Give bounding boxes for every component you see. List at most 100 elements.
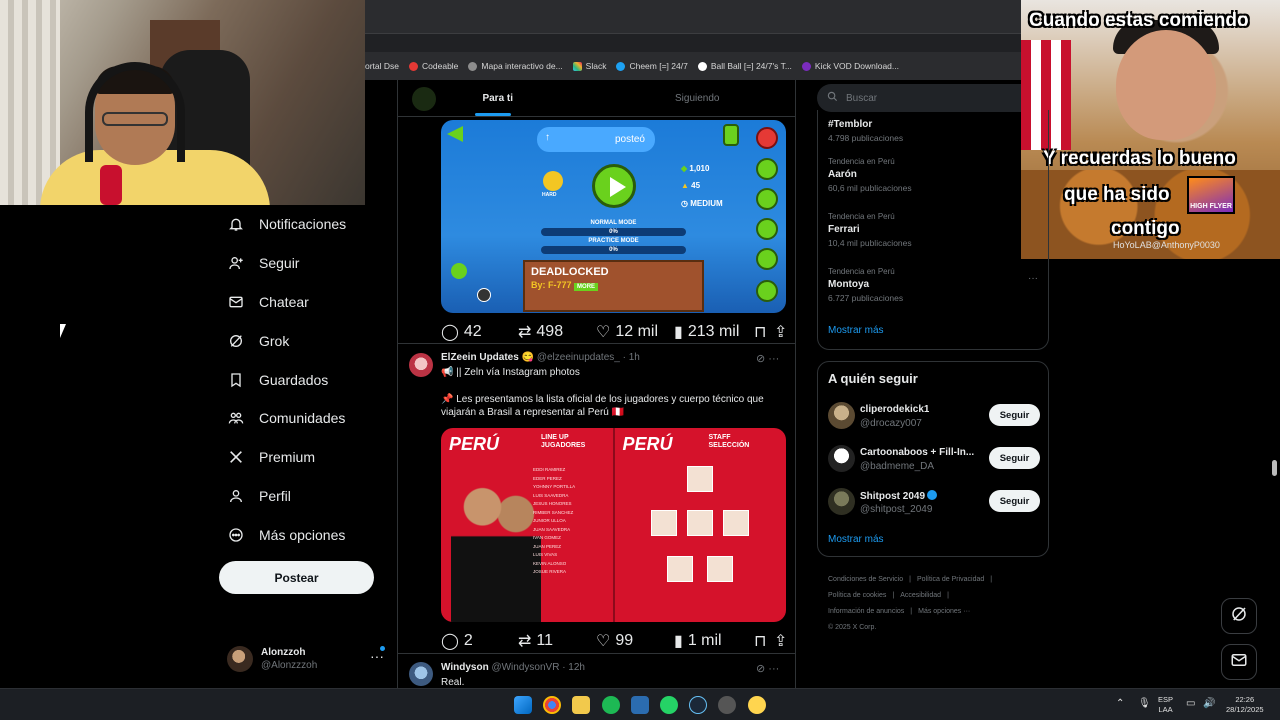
follow-suggestion[interactable]: cliperodekick1 @drocazy007 Seguir	[828, 402, 1040, 432]
repost-button[interactable]: ⇄ 11	[518, 631, 553, 651]
staff-photo	[706, 556, 733, 582]
more-dots-icon[interactable]: ···	[1028, 273, 1038, 284]
follow-suggestion[interactable]: Shitpost 2049 @shitpost_2049 Seguir	[828, 488, 1040, 518]
follow-button[interactable]: Seguir	[989, 447, 1040, 469]
nav-item-perfil[interactable]: Perfil	[218, 477, 388, 516]
tab-para-ti[interactable]: Para ti	[398, 80, 598, 116]
post-media-image[interactable]: PERÚ LINE UP JUGADORES EDDI RAMIREZ EDER…	[441, 428, 786, 622]
bookmark-codeable[interactable]: Codeable	[409, 61, 458, 71]
author-handle[interactable]: @WindysonVR	[491, 662, 559, 673]
clock[interactable]: 22:26 28/12/2025	[1226, 695, 1264, 715]
author-name[interactable]: Windyson	[441, 662, 489, 673]
chevron-up-icon[interactable]: ⌃	[1116, 699, 1124, 709]
footer-link[interactable]: Política de cookies	[828, 592, 886, 599]
more-dots-icon[interactable]: ···	[768, 353, 779, 365]
post-text: 📢 || Zeln vía Instagram photos 📌 Les pre…	[441, 367, 764, 418]
follow-button[interactable]: Seguir	[989, 404, 1040, 426]
steam-icon	[616, 61, 626, 71]
trend-item[interactable]: Tendencia en Perú Aarón 60,6 mil publica…	[828, 157, 1028, 193]
spotify-icon[interactable]	[602, 696, 620, 714]
check-icon	[756, 218, 778, 240]
sidebar-nav: Notificaciones Seguir Chatear Grok Guard…	[218, 205, 388, 554]
bookmark-cheem[interactable]: Cheem [=] 24/7	[616, 61, 688, 71]
account-switcher[interactable]: Alonzzoh @Alonzzzoh ···	[227, 642, 387, 676]
footer-link[interactable]: Política de Privacidad	[917, 576, 984, 583]
footer-link[interactable]: Información de anuncios	[828, 608, 904, 615]
reply-button[interactable]: ◯ 42	[441, 322, 482, 342]
author-handle[interactable]: @elzeeinupdates_	[537, 352, 620, 363]
network-icon[interactable]: ▭	[1186, 699, 1195, 709]
photos-icon[interactable]	[631, 696, 649, 714]
trend-item[interactable]: #Temblor 4.798 publicaciones	[828, 116, 1028, 143]
bookmark-slack[interactable]: Slack	[572, 61, 606, 71]
avatar[interactable]	[409, 662, 433, 686]
heart-icon: ♡	[596, 633, 611, 650]
mail-icon	[1230, 651, 1248, 674]
reply-button[interactable]: ◯ 2	[441, 631, 473, 651]
avatar[interactable]	[409, 353, 433, 377]
trend-item[interactable]: Tendencia en Perú Montoya 6.727 publicac…	[828, 267, 1028, 303]
mic-icon[interactable]: 🎙	[1138, 699, 1151, 709]
more-dots-icon[interactable]: ···	[768, 663, 779, 675]
post-button[interactable]: Postear	[219, 561, 374, 594]
language-indicator[interactable]: ESP LAA	[1158, 695, 1173, 715]
chrome-icon[interactable]	[543, 696, 561, 714]
views-button[interactable]: ▮ 213 mil	[674, 322, 739, 342]
nav-item-premium[interactable]: Premium	[218, 438, 388, 477]
bookmark-button[interactable]: ⊓	[754, 631, 766, 651]
follow-suggestion[interactable]: Cartoonaboos + Fill-In... @badmeme_DA Se…	[828, 445, 1040, 475]
address-bar-area[interactable]	[365, 0, 1021, 34]
avatar	[828, 402, 855, 429]
like-button[interactable]: ♡ 99	[596, 631, 633, 651]
post-media-image[interactable]: posteó ↑ HARD ◆ 1,010 ▲ 45 ◷ MEDIUM NORM…	[441, 120, 786, 313]
search-input[interactable]: Buscar	[817, 84, 1021, 112]
nav-item-grok[interactable]: Grok	[218, 321, 388, 360]
start-icon[interactable]	[514, 696, 532, 714]
nav-item-comunidades[interactable]: Comunidades	[218, 399, 388, 438]
bookmark-kick[interactable]: Kick VOD Download...	[801, 61, 899, 71]
grok-icon[interactable]: ⊘	[756, 353, 765, 365]
bookmark-portal[interactable]: ortal Dse	[365, 61, 399, 71]
bookmark-button[interactable]: ⊓	[754, 322, 766, 342]
github-icon[interactable]	[718, 696, 736, 714]
bookmark-mapa[interactable]: Mapa interactivo de...	[468, 61, 563, 71]
show-more-follow[interactable]: Mostrar más	[828, 534, 884, 545]
nav-item-chatear[interactable]: Chatear	[218, 283, 388, 322]
show-more-trends[interactable]: Mostrar más	[828, 325, 884, 336]
grok-button[interactable]	[1221, 598, 1257, 634]
nav-item-seguir[interactable]: Seguir	[218, 244, 388, 283]
bookmark-ballball[interactable]: Ball Ball [=] 24/7's T...	[697, 61, 792, 71]
repost-button[interactable]: ⇄ 498	[518, 322, 563, 342]
post-header: Windyson @WindysonVR · 12h	[441, 662, 585, 673]
meme-overlay: Cuando estas comiendo Y recuerdas lo bue…	[1021, 0, 1280, 259]
app-icon[interactable]	[748, 696, 766, 714]
volume-icon[interactable]: 🔊	[1203, 699, 1215, 709]
nav-item-mas-opciones[interactable]: Más opciones	[218, 515, 388, 554]
steam-icon[interactable]	[689, 696, 707, 714]
messages-button[interactable]	[1221, 644, 1257, 680]
heart-icon	[477, 288, 491, 302]
like-button[interactable]: ♡ 12 mil	[596, 322, 658, 342]
grok-icon[interactable]: ⊘	[756, 663, 765, 675]
footer-link[interactable]: Más opciones ···	[918, 608, 970, 615]
play-button[interactable]	[592, 164, 636, 208]
meme-caption-3: contigo	[1111, 218, 1180, 239]
scrollbar-thumb[interactable]	[1272, 460, 1277, 476]
share-button[interactable]: ⇪	[774, 322, 787, 342]
share-icon: ⇪	[774, 633, 788, 650]
share-button[interactable]: ⇪	[774, 631, 787, 651]
whatsapp-icon[interactable]	[660, 696, 678, 714]
who-to-follow-panel: A quién seguir cliperodekick1 @drocazy00…	[817, 361, 1049, 557]
follow-button[interactable]: Seguir	[989, 490, 1040, 512]
footer-link[interactable]: Accesibilidad	[900, 592, 941, 599]
trend-item[interactable]: Tendencia en Perú Ferrari 10,4 mil publi…	[828, 212, 1028, 248]
staff-photo	[650, 510, 677, 536]
tab-siguiendo[interactable]: Siguiendo	[598, 80, 796, 116]
folder-icon[interactable]	[572, 696, 590, 714]
author-name[interactable]: ElZeein Updates	[441, 352, 519, 363]
views-button[interactable]: ▮ 1 mil	[674, 631, 722, 651]
footer-link[interactable]: Condiciones de Servicio	[828, 576, 903, 583]
nav-item-notificaciones[interactable]: Notificaciones	[218, 205, 388, 244]
nav-item-guardados[interactable]: Guardados	[218, 360, 388, 399]
codeable-icon	[409, 61, 419, 71]
